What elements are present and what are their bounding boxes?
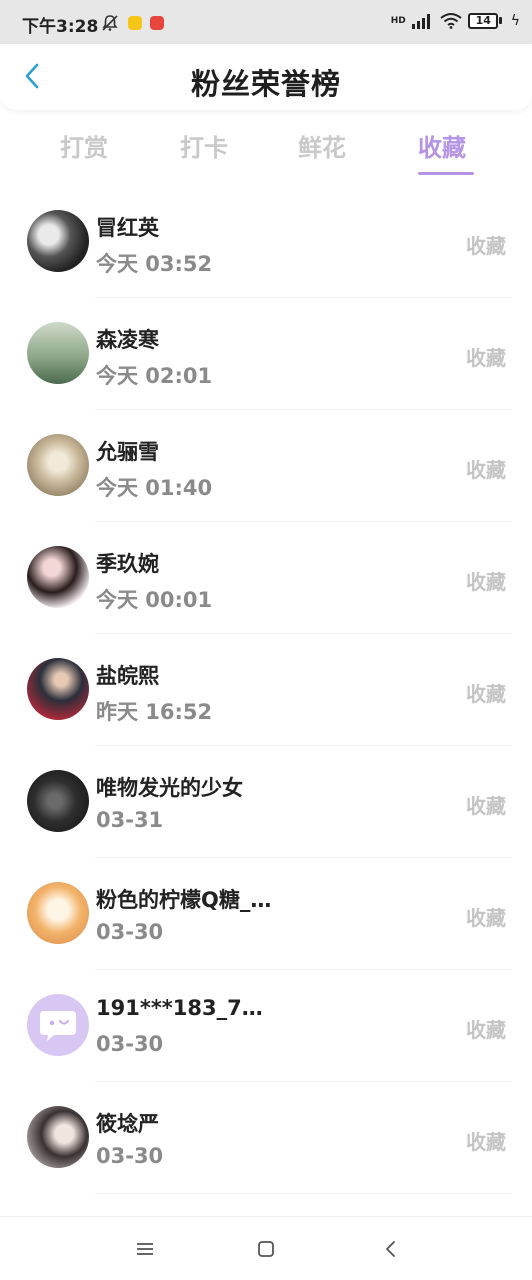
action-label: 收藏 bbox=[466, 1130, 506, 1154]
fan-name: 盐皖熙 bbox=[96, 664, 159, 688]
list-item[interactable]: 唯物发光的少女 03-31 收藏 bbox=[0, 746, 532, 858]
fan-name: 森凌寒 bbox=[96, 328, 159, 352]
nav-menu-button[interactable] bbox=[133, 1237, 157, 1261]
list-item[interactable]: 季玖婉 今天 00:01 收藏 bbox=[0, 522, 532, 634]
fan-time: 今天 02:01 bbox=[96, 364, 213, 388]
action-label: 收藏 bbox=[466, 570, 506, 594]
action-label: 收藏 bbox=[466, 234, 506, 258]
divider bbox=[95, 1193, 512, 1194]
avatar bbox=[27, 770, 89, 832]
avatar bbox=[27, 434, 89, 496]
tab-flowers[interactable]: 鲜花 bbox=[298, 128, 346, 163]
action-label: 收藏 bbox=[466, 906, 506, 930]
fan-name: 季玖婉 bbox=[96, 552, 159, 576]
list-item[interactable]: 允骊雪 今天 01:40 收藏 bbox=[0, 410, 532, 522]
fan-name: 允骊雪 bbox=[96, 440, 159, 464]
fan-list: 冒红英 今天 03:52 收藏 森凌寒 今天 02:01 收藏 允骊雪 今天 0… bbox=[0, 186, 532, 1194]
action-label: 收藏 bbox=[466, 458, 506, 482]
fan-name: 唯物发光的少女 bbox=[96, 776, 243, 800]
avatar bbox=[27, 322, 89, 384]
status-time: 下午3:28 bbox=[22, 17, 99, 37]
app-notification-icon-2 bbox=[150, 16, 164, 30]
list-item[interactable]: 盐皖熙 昨天 16:52 收藏 bbox=[0, 634, 532, 746]
wifi-icon bbox=[440, 13, 462, 29]
fan-time: 03-30 bbox=[96, 1144, 164, 1168]
hd-label: HD bbox=[390, 15, 406, 26]
list-item[interactable]: 191***183_7… 03-30 收藏 bbox=[0, 970, 532, 1082]
battery-level: 14 bbox=[475, 14, 491, 27]
fan-name: 冒红英 bbox=[96, 216, 159, 240]
fan-time: 03-31 bbox=[96, 808, 164, 832]
system-nav-bar bbox=[0, 1216, 532, 1280]
fan-time: 03-30 bbox=[96, 920, 164, 944]
battery-icon: 14 bbox=[467, 12, 502, 29]
square-icon bbox=[258, 1241, 274, 1257]
page-title: 粉丝荣誉榜 bbox=[190, 67, 341, 101]
nav-back-button[interactable] bbox=[378, 1237, 402, 1261]
avatar bbox=[27, 546, 89, 608]
fan-time: 今天 00:01 bbox=[96, 588, 213, 612]
active-tab-indicator bbox=[418, 172, 474, 175]
status-bar: 下午3:28 HD 14 ϟ bbox=[0, 0, 532, 44]
fan-time: 今天 03:52 bbox=[96, 252, 213, 276]
tab-bar: 打赏 打卡 鲜花 收藏 bbox=[20, 120, 510, 190]
list-item[interactable]: 冒红英 今天 03:52 收藏 bbox=[0, 186, 532, 298]
charging-icon: ϟ bbox=[510, 12, 520, 29]
action-label: 收藏 bbox=[466, 682, 506, 706]
tab-checkin[interactable]: 打卡 bbox=[180, 128, 228, 163]
fan-name: 粉色的柠檬Q糖_… bbox=[96, 888, 272, 912]
chat-bubble-icon bbox=[40, 1011, 76, 1041]
tab-tip[interactable]: 打赏 bbox=[60, 128, 108, 163]
fan-name: 筱埝严 bbox=[96, 1112, 159, 1136]
avatar bbox=[27, 994, 89, 1056]
avatar bbox=[27, 882, 89, 944]
avatar bbox=[27, 658, 89, 720]
chevron-left-icon bbox=[386, 1241, 395, 1257]
mute-bell-icon bbox=[102, 15, 118, 31]
list-item[interactable]: 森凌寒 今天 02:01 收藏 bbox=[0, 298, 532, 410]
fan-time: 03-30 bbox=[96, 1032, 164, 1056]
list-item[interactable]: 粉色的柠檬Q糖_… 03-30 收藏 bbox=[0, 858, 532, 970]
action-label: 收藏 bbox=[466, 1018, 506, 1042]
action-label: 收藏 bbox=[466, 346, 506, 370]
header-bar: 粉丝荣誉榜 bbox=[0, 44, 532, 110]
signal-icon bbox=[411, 13, 430, 29]
fan-time: 今天 01:40 bbox=[96, 476, 213, 500]
fan-name: 191***183_7… bbox=[96, 996, 263, 1020]
fan-time: 昨天 16:52 bbox=[96, 700, 213, 724]
action-label: 收藏 bbox=[466, 794, 506, 818]
menu-icon bbox=[137, 1243, 153, 1255]
status-icons-left bbox=[100, 13, 164, 33]
app-notification-icon bbox=[128, 16, 142, 30]
avatar bbox=[27, 210, 89, 272]
list-item[interactable]: 筱埝严 03-30 收藏 bbox=[0, 1082, 532, 1194]
avatar bbox=[27, 1106, 89, 1168]
nav-home-button[interactable] bbox=[254, 1237, 278, 1261]
tab-favorites[interactable]: 收藏 bbox=[418, 128, 466, 163]
status-icons-right: HD 14 ϟ bbox=[391, 12, 520, 29]
